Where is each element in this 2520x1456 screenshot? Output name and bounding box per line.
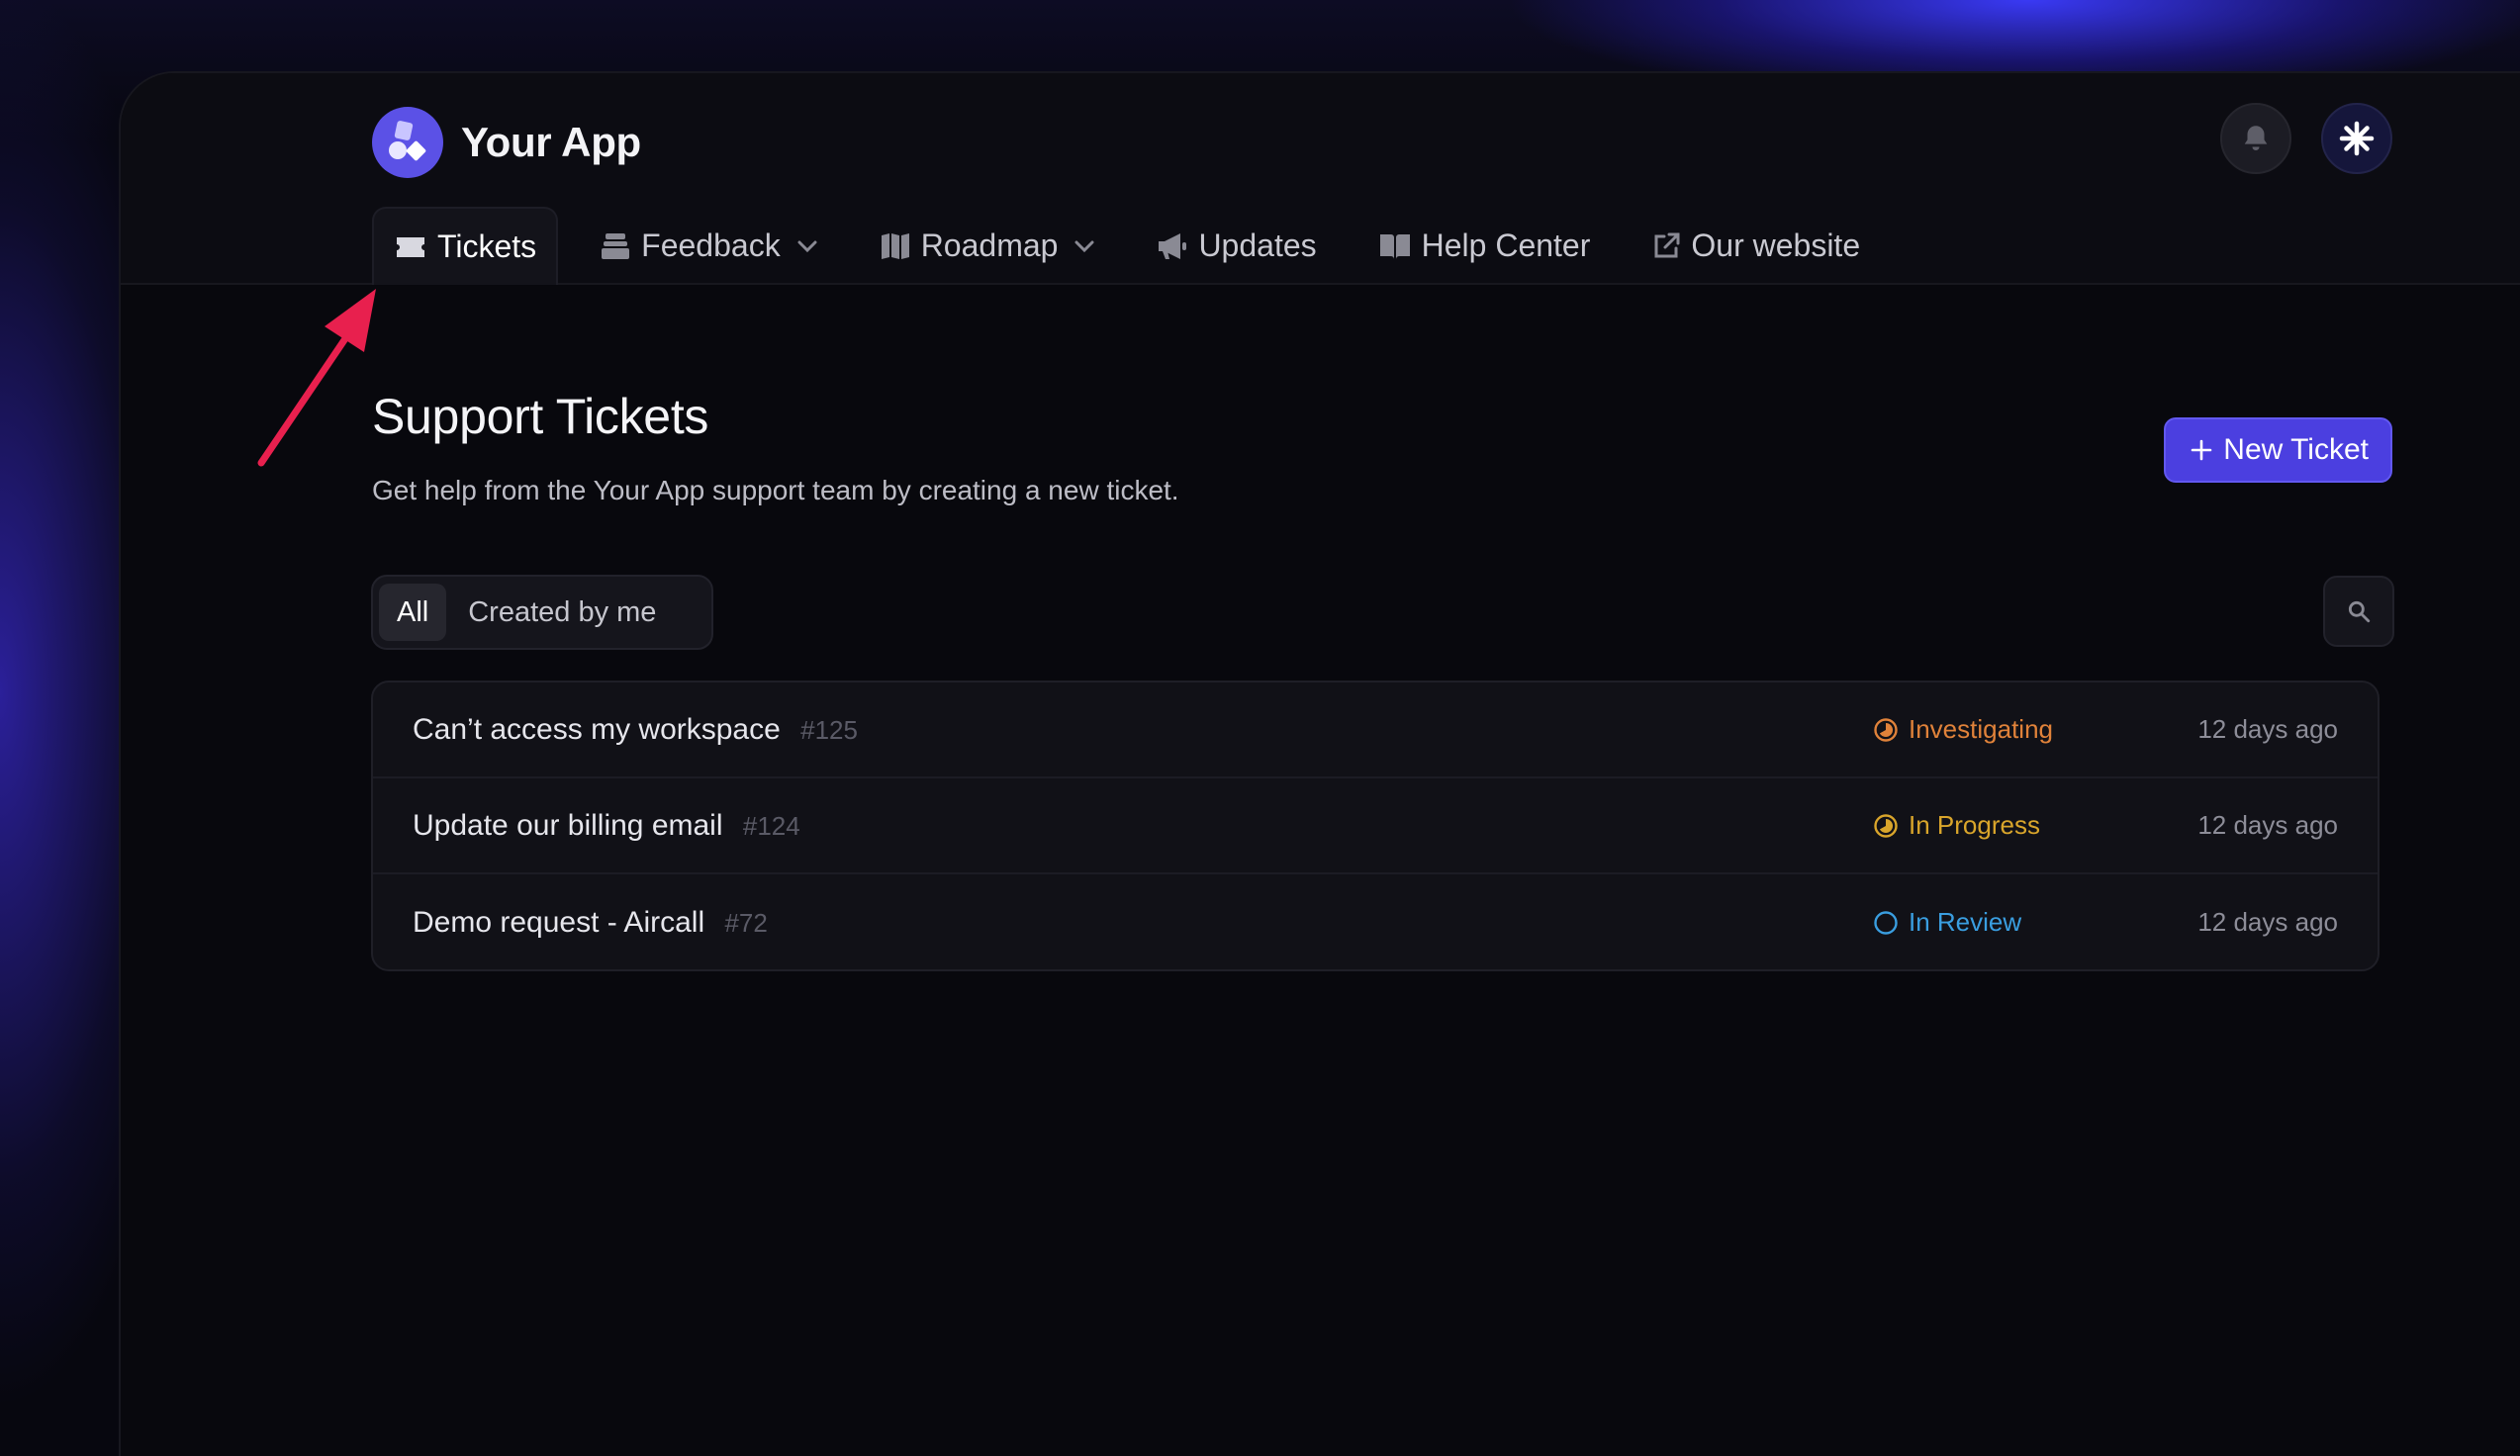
book-icon xyxy=(1378,231,1412,261)
filter-all[interactable]: All xyxy=(379,584,447,641)
inbox-icon xyxy=(600,231,631,261)
ticket-status: Investigating xyxy=(1873,714,2053,745)
filter-created-by-me[interactable]: Created by me xyxy=(446,584,678,641)
ticket-row[interactable]: Demo request - Aircall #72 In Review 12 … xyxy=(373,874,2378,969)
ticket-number: #124 xyxy=(742,810,800,841)
ticket-row[interactable]: Can’t access my workspace #125 Investiga… xyxy=(373,682,2378,778)
ticket-status-label: In Progress xyxy=(1909,810,2040,840)
plus-icon xyxy=(2190,438,2213,462)
new-ticket-label: New Ticket xyxy=(2223,433,2369,466)
nav-tab-label: Tickets xyxy=(437,228,537,264)
ticket-title: Demo request - Aircall xyxy=(413,905,705,939)
ticket-number: #72 xyxy=(724,907,768,938)
brand[interactable]: Your App xyxy=(372,103,641,182)
nav-tab-label: Roadmap xyxy=(920,228,1059,263)
nav-tab-roadmap[interactable]: Roadmap xyxy=(860,207,1116,285)
nav-tab-tickets[interactable]: Tickets xyxy=(372,207,559,285)
investigating-status-icon xyxy=(1873,717,1899,743)
nav-tab-label: Updates xyxy=(1198,228,1317,263)
ticket-title-group: Can’t access my workspace #125 xyxy=(413,713,858,747)
ticket-icon xyxy=(394,234,427,260)
ticket-status-label: Investigating xyxy=(1909,714,2053,744)
ticket-list: Can’t access my workspace #125 Investiga… xyxy=(371,681,2380,971)
nav-tab-label: Our website xyxy=(1691,228,1861,263)
chevron-down-icon xyxy=(1073,239,1095,253)
page-subtitle: Get help from the Your App support team … xyxy=(372,475,1179,505)
nav-tab-help-center[interactable]: Help Center xyxy=(1358,207,1611,285)
new-ticket-button[interactable]: New Ticket xyxy=(2164,417,2392,483)
nav-tab-feedback[interactable]: Feedback xyxy=(580,207,838,285)
notifications-button[interactable] xyxy=(2220,103,2291,174)
page-title: Support Tickets xyxy=(372,389,709,444)
ticket-title: Can’t access my workspace xyxy=(413,712,781,746)
ticket-title: Update our billing email xyxy=(413,808,723,842)
search-icon xyxy=(2348,600,2371,623)
main-nav: Tickets Feedback Roadmap Updates Help Ce… xyxy=(372,207,1902,285)
ticket-status: In Review xyxy=(1873,907,2021,938)
app-window: Your App Tickets Feedback Roadmap Update… xyxy=(119,71,2520,1456)
map-icon xyxy=(880,231,911,261)
ticket-filter-toggle: All Created by me xyxy=(371,575,713,650)
search-button[interactable] xyxy=(2323,576,2394,647)
ticket-status-label: In Review xyxy=(1909,907,2022,937)
ticket-number: #125 xyxy=(800,714,858,745)
app-title: Your App xyxy=(461,119,641,165)
nav-tab-label: Feedback xyxy=(641,228,781,263)
in-progress-status-icon xyxy=(1873,813,1899,839)
ticket-time: 12 days ago xyxy=(2197,907,2338,937)
chevron-down-icon xyxy=(796,239,818,253)
ticket-time: 12 days ago xyxy=(2197,714,2338,744)
ticket-status: In Progress xyxy=(1873,810,2040,841)
ticket-title-group: Update our billing email #124 xyxy=(413,809,800,843)
asterisk-icon xyxy=(2339,121,2375,156)
ticket-time: 12 days ago xyxy=(2197,810,2338,840)
ticket-row[interactable]: Update our billing email #124 In Progres… xyxy=(373,778,2378,874)
ticket-title-group: Demo request - Aircall #72 xyxy=(413,906,768,940)
megaphone-icon xyxy=(1157,231,1188,261)
external-link-icon xyxy=(1651,231,1681,261)
app-logo-icon xyxy=(372,107,443,178)
annotation-arrow-icon xyxy=(257,289,376,467)
user-avatar-button[interactable] xyxy=(2321,103,2392,174)
nav-tab-label: Help Center xyxy=(1421,228,1591,263)
nav-tab-our-website[interactable]: Our website xyxy=(1632,207,1880,285)
nav-tab-updates[interactable]: Updates xyxy=(1137,207,1336,285)
app-header: Your App Tickets Feedback Roadmap Update… xyxy=(121,73,2520,285)
bell-icon xyxy=(2244,126,2268,151)
in-review-status-icon xyxy=(1873,910,1899,936)
